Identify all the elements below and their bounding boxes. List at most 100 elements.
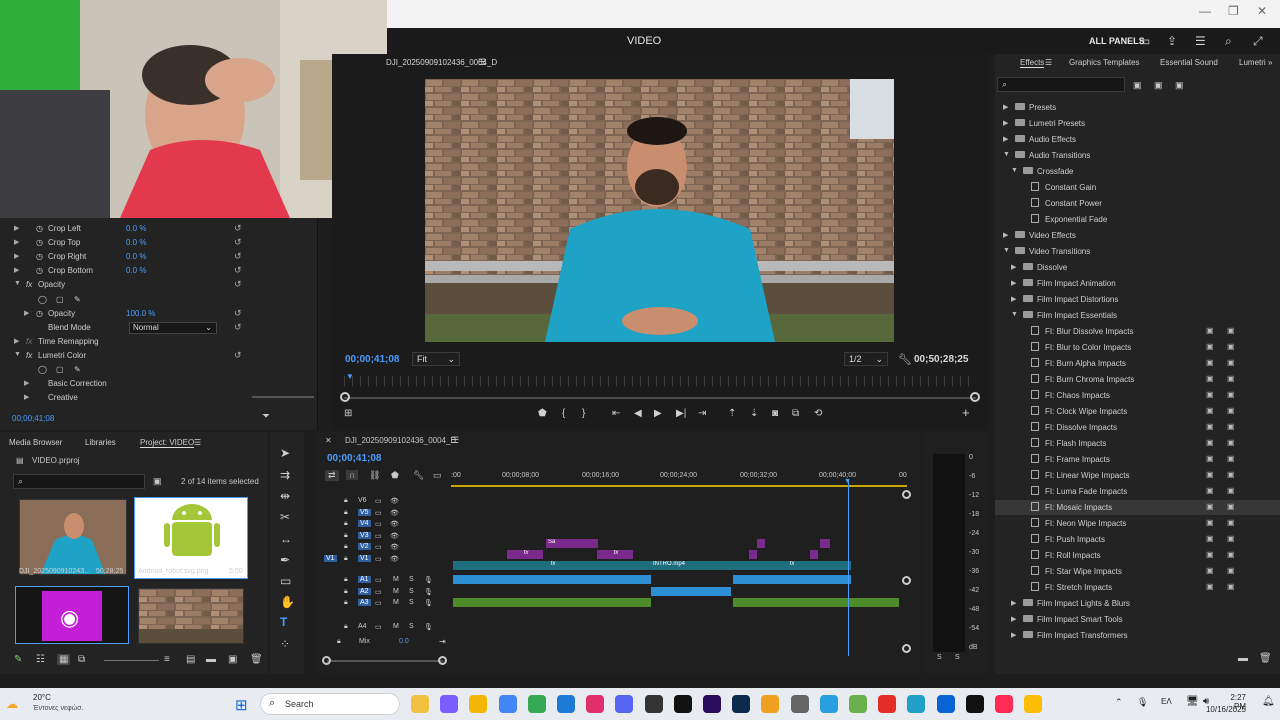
sync-lock-icon[interactable]: ▭ bbox=[375, 623, 382, 631]
sort-icon[interactable]: ≡ bbox=[164, 654, 170, 665]
time-ruler[interactable] bbox=[344, 376, 976, 386]
eye-icon[interactable]: 👁︎ bbox=[390, 497, 399, 505]
bin-icon[interactable]: ▣ bbox=[153, 476, 162, 487]
discord-icon[interactable] bbox=[615, 695, 634, 713]
lock-icon[interactable]: 🔒︎ bbox=[344, 520, 348, 528]
effects-tree-item[interactable]: FI: Luma Fade Impacts ▣ ▣ bbox=[995, 484, 1280, 499]
effects-tree-item[interactable]: ▶ Lumetri Presets bbox=[995, 116, 1280, 131]
tab-project[interactable]: Project: VIDEO bbox=[140, 438, 195, 448]
sync-lock-icon[interactable]: ▭ bbox=[375, 588, 382, 596]
timeline-clip[interactable] bbox=[733, 575, 851, 584]
effects-tree-item[interactable]: FI: Burn Alpha Impacts ▣ ▣ bbox=[995, 356, 1280, 371]
effects-tree-item[interactable]: ▶ Audio Effects bbox=[995, 132, 1280, 147]
capcut-icon[interactable] bbox=[673, 695, 692, 713]
network-icon[interactable]: 🖥︎ bbox=[1186, 696, 1199, 707]
effects-tree-item[interactable]: ▶ Video Effects bbox=[995, 228, 1280, 243]
delete-icon[interactable]: 🗑︎ bbox=[1259, 653, 1272, 664]
android-icon[interactable] bbox=[849, 695, 867, 713]
tiktok-icon[interactable] bbox=[965, 695, 984, 713]
panel-icon[interactable]: ▭ bbox=[1139, 34, 1150, 48]
track-scroll-handle[interactable] bbox=[902, 490, 911, 499]
chrome-icon[interactable] bbox=[1024, 695, 1043, 713]
razor-tool-icon[interactable]: ✂ bbox=[280, 510, 290, 524]
expand-arrow-icon[interactable]: ▶ bbox=[24, 393, 29, 401]
new-bin-icon[interactable]: ▬ bbox=[206, 654, 216, 665]
lock-icon[interactable]: 🔒︎ bbox=[344, 532, 348, 540]
chevron-right-icon[interactable]: ▶ bbox=[1011, 615, 1016, 623]
effects-tree-item[interactable]: ▼ Video Transitions bbox=[995, 244, 1280, 259]
chevron-up-icon[interactable]: ⌃ bbox=[1115, 697, 1123, 708]
effects-tree-item[interactable]: FI: Frame Impacts ▣ ▣ bbox=[995, 452, 1280, 467]
solo-left-button[interactable]: S bbox=[937, 654, 942, 661]
microphone-icon[interactable]: 🎙︎ bbox=[424, 599, 433, 607]
sync-lock-icon[interactable]: ▭ bbox=[375, 497, 382, 505]
effects-tree-item[interactable]: ▼ Audio Transitions bbox=[995, 148, 1280, 163]
timeline-clip[interactable]: fx bbox=[453, 561, 651, 570]
obs-icon[interactable] bbox=[644, 695, 663, 713]
filter-icon[interactable]: ⏷ bbox=[262, 411, 270, 422]
scroll-handle-right[interactable] bbox=[970, 392, 980, 402]
stopwatch-icon[interactable]: ◷ bbox=[36, 252, 43, 261]
timeline-clip[interactable] bbox=[749, 550, 757, 559]
mark-in-icon[interactable]: { bbox=[562, 408, 565, 419]
sync-lock-icon[interactable]: ▭ bbox=[375, 509, 382, 517]
sync-lock-icon[interactable]: ▭ bbox=[375, 532, 382, 540]
step-back-icon[interactable]: ◀ bbox=[634, 408, 642, 419]
eye-icon[interactable]: 👁︎ bbox=[390, 509, 399, 517]
expand-arrow-icon[interactable]: ▶ bbox=[14, 266, 19, 274]
taskbar-search[interactable]: ⌕ Search bbox=[260, 693, 400, 715]
chevron-down-icon[interactable]: ▼ bbox=[1003, 247, 1010, 254]
rect-mask-icon[interactable]: ▢ bbox=[56, 365, 64, 374]
ec-timeline-scroll[interactable] bbox=[252, 396, 314, 398]
work-area-bar[interactable] bbox=[451, 485, 907, 487]
blend-mode-select[interactable]: Normal ⌄ bbox=[129, 322, 217, 334]
menu-icon[interactable]: ☰ bbox=[1195, 34, 1206, 48]
folder-icon[interactable] bbox=[469, 695, 488, 713]
icon-view-icon[interactable]: ▦ bbox=[57, 654, 71, 665]
timeline-clip[interactable] bbox=[453, 575, 651, 584]
sync-lock-icon[interactable]: ▭ bbox=[375, 543, 382, 551]
reset-icon[interactable]: ↺ bbox=[234, 350, 242, 361]
effects-tree-item[interactable]: FI: Blur Dissolve Impacts ▣ ▣ bbox=[995, 324, 1280, 339]
safe-margins-icon[interactable]: ⊞ bbox=[344, 408, 352, 419]
step-forward-icon[interactable]: ▶| bbox=[676, 408, 686, 419]
effects-tree-item[interactable]: FI: Linear Wipe Impacts ▣ ▣ bbox=[995, 468, 1280, 483]
track-scroll-handle[interactable] bbox=[902, 576, 911, 585]
tab-effects[interactable]: Effects bbox=[1020, 58, 1045, 68]
youtube-icon[interactable] bbox=[878, 695, 897, 713]
snap-icon[interactable]: ∩ bbox=[346, 470, 359, 480]
collapse-arrow-icon[interactable]: ▼ bbox=[14, 351, 21, 358]
new-item-icon[interactable]: ▣ bbox=[228, 654, 237, 665]
track-name[interactable]: A4 bbox=[358, 623, 367, 630]
project-search-input[interactable]: ⌕ bbox=[13, 474, 145, 489]
playhead-marker-icon[interactable]: ▼ bbox=[346, 372, 354, 381]
expand-arrow-icon[interactable]: ▶ bbox=[14, 224, 19, 232]
stopwatch-icon[interactable]: ◷ bbox=[36, 238, 43, 247]
tab-essential-sound[interactable]: Essential Sound bbox=[1160, 58, 1218, 67]
32bit-effects-icon[interactable]: ▣ bbox=[1154, 80, 1163, 91]
timeline-clip[interactable] bbox=[810, 550, 818, 559]
lift-icon[interactable]: ⇡ bbox=[728, 408, 736, 419]
ec-timecode[interactable]: 00;00;41;08 bbox=[12, 414, 54, 423]
lock-icon[interactable]: 🔒︎ bbox=[337, 638, 341, 646]
photoshop-icon[interactable] bbox=[732, 695, 751, 713]
lock-icon[interactable]: 🔒︎ bbox=[344, 576, 348, 584]
zoom-scrollbar[interactable] bbox=[344, 397, 976, 399]
reset-icon[interactable]: ↺ bbox=[234, 237, 242, 248]
track-name[interactable]: V1 bbox=[358, 554, 371, 562]
timeline-clip[interactable] bbox=[453, 598, 651, 607]
mute-button[interactable]: M bbox=[393, 599, 399, 606]
reset-icon[interactable]: ↺ bbox=[234, 279, 242, 290]
share-icon[interactable]: ⇪ bbox=[1167, 34, 1177, 48]
project-item-thumb[interactable] bbox=[19, 499, 127, 575]
all-panels-button[interactable]: ALL PANELS bbox=[1089, 36, 1145, 46]
timeline-clip[interactable] bbox=[757, 539, 765, 548]
basic-correction-row[interactable]: ▶ Basic Correction bbox=[0, 377, 318, 391]
menu-icon[interactable]: ☰ bbox=[1045, 58, 1052, 67]
eye-icon[interactable]: 👁︎ bbox=[390, 520, 399, 528]
premiere-icon[interactable] bbox=[703, 695, 721, 713]
expand-arrow-icon[interactable]: ▶ bbox=[24, 379, 29, 387]
track-name[interactable]: A3 bbox=[358, 599, 371, 606]
zoom-handle-right[interactable] bbox=[438, 656, 447, 665]
chevron-right-icon[interactable]: ▶ bbox=[1011, 599, 1016, 607]
